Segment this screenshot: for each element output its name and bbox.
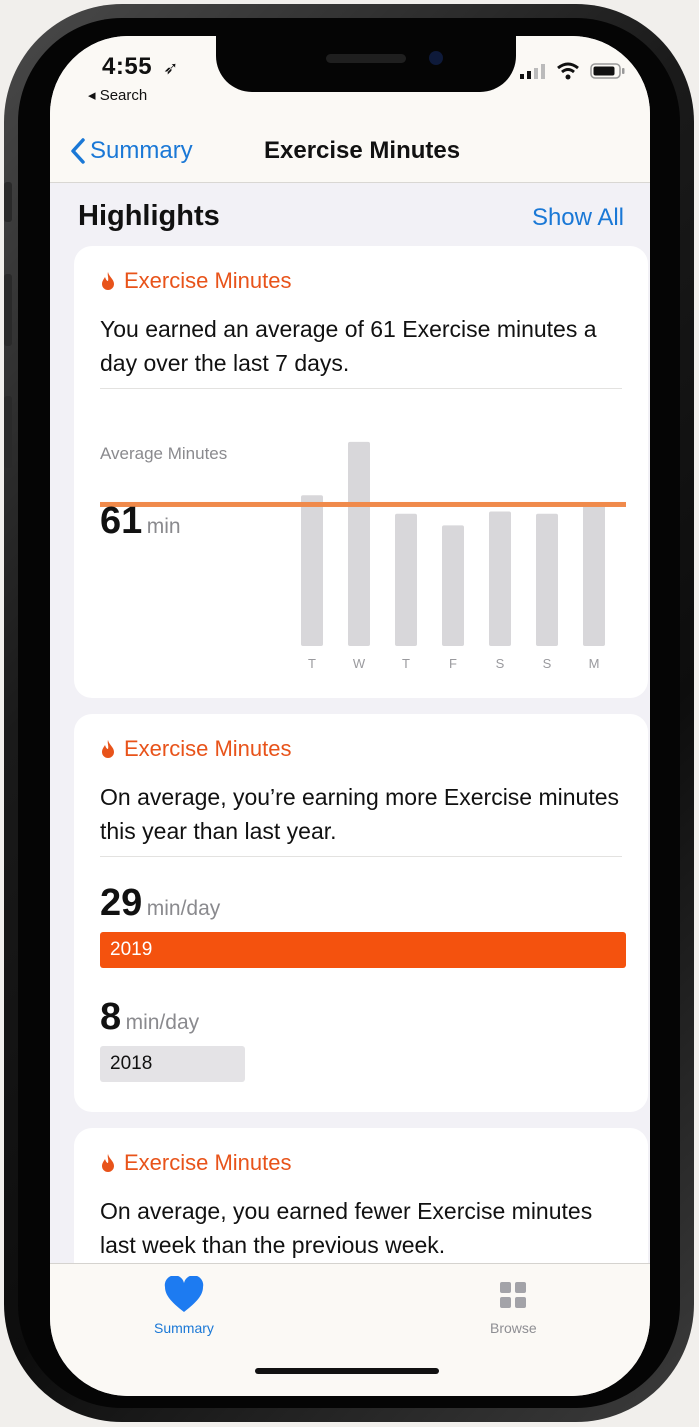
chart-bar xyxy=(583,502,605,646)
chart-bar xyxy=(489,511,511,646)
card-category: Exercise Minutes xyxy=(100,736,292,762)
card-divider xyxy=(100,856,622,857)
phone-screen: 4:55 ➶ ◂ Search Summary Exercise Minutes… xyxy=(50,36,650,1396)
earpiece-speaker xyxy=(326,54,406,63)
chart-day-label: S xyxy=(543,656,552,671)
average-value: 61 min xyxy=(100,500,181,543)
chart-bar xyxy=(301,495,323,646)
photo-background: 4:55 ➶ ◂ Search Summary Exercise Minutes… xyxy=(0,0,699,1427)
previous-year-number: 8 xyxy=(100,996,122,1038)
location-arrow-icon: ➶ xyxy=(163,58,179,78)
wifi-icon xyxy=(557,62,579,80)
chart-day-label: W xyxy=(353,656,366,671)
average-unit: min xyxy=(146,515,181,538)
chart-day-label: S xyxy=(496,656,505,671)
chevron-left-icon xyxy=(71,138,85,164)
back-button-label: Summary xyxy=(90,137,193,164)
chart-bar xyxy=(395,513,417,646)
average-minutes-label: Average Minutes xyxy=(100,444,228,463)
highlights-heading: Highlights xyxy=(78,200,220,232)
tab-summary[interactable]: Summary xyxy=(154,1276,214,1336)
previous-year-label: 2018 xyxy=(110,1053,153,1074)
card-category-label: Exercise Minutes xyxy=(124,1150,292,1175)
average-number: 61 xyxy=(100,500,143,542)
chart-bar xyxy=(442,525,464,646)
current-year-label: 2019 xyxy=(110,939,153,960)
chart-bar xyxy=(536,513,558,646)
tab-summary-label: Summary xyxy=(154,1320,214,1336)
notch xyxy=(216,36,516,92)
status-time-text: 4:55 xyxy=(102,53,153,80)
status-icons xyxy=(520,62,626,80)
card-category-label: Exercise Minutes xyxy=(124,736,292,761)
chart-day-labels: TWTFSSM xyxy=(308,656,599,671)
navigation-bar: Summary Exercise Minutes xyxy=(50,122,650,183)
heart-icon xyxy=(164,1276,204,1312)
page-title: Exercise Minutes xyxy=(264,137,461,164)
flame-icon xyxy=(102,740,114,758)
card-summary-text: On average, you’re earning more Exercise… xyxy=(100,784,620,844)
chart-bar xyxy=(348,441,370,646)
volume-down-button xyxy=(4,396,12,468)
chart-day-label: M xyxy=(589,656,600,671)
current-year-unit: min/day xyxy=(146,897,221,920)
mute-switch xyxy=(4,182,12,222)
volume-up-button xyxy=(4,274,12,346)
current-year-number: 29 xyxy=(100,882,143,924)
flame-icon xyxy=(102,1154,114,1172)
grid-icon xyxy=(500,1282,527,1308)
current-year-bar: 2019 xyxy=(100,932,626,968)
chart-day-label: T xyxy=(402,656,410,671)
highlight-card-weekly[interactable]: Exercise Minutes You earned an average o… xyxy=(74,246,648,698)
current-year-value: 29 min/day xyxy=(100,882,220,925)
highlight-card-yearly[interactable]: Exercise Minutes On average, you’re earn… xyxy=(74,714,648,1112)
show-all-link[interactable]: Show All xyxy=(532,204,624,232)
home-indicator xyxy=(255,1368,439,1374)
card-category: Exercise Minutes xyxy=(100,1150,292,1176)
previous-year-value: 8 min/day xyxy=(100,996,199,1039)
chart-day-label: F xyxy=(449,656,457,671)
card-summary-text: On average, you earned fewer Exercise mi… xyxy=(100,1198,593,1258)
weekly-minutes-chart: TWTFSSM xyxy=(100,441,626,671)
status-time: 4:55 ➶ xyxy=(102,53,179,81)
back-to-app-link[interactable]: ◂ Search xyxy=(88,86,147,104)
tab-browse-label: Browse xyxy=(490,1320,537,1336)
battery-icon xyxy=(590,63,625,79)
tab-browse[interactable]: Browse xyxy=(490,1276,537,1336)
chart-day-label: T xyxy=(308,656,316,671)
back-button-summary[interactable]: Summary xyxy=(70,137,193,165)
cellular-signal-icon xyxy=(520,64,545,79)
previous-year-bar: 2018 xyxy=(100,1046,245,1082)
tab-bar: Summary Browse xyxy=(50,1263,650,1396)
chart-bars xyxy=(301,441,605,646)
front-camera xyxy=(429,51,443,65)
previous-year-unit: min/day xyxy=(125,1011,200,1034)
